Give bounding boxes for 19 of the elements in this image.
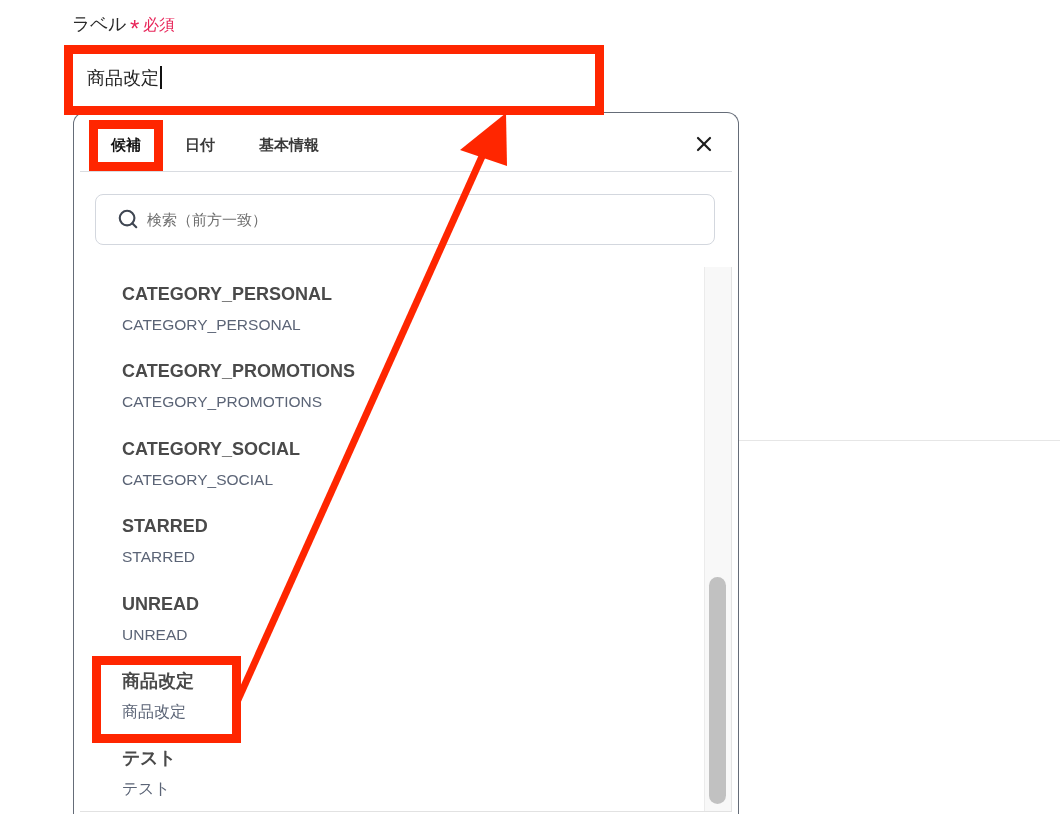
dropdown-option[interactable]: UNREAD UNREAD	[80, 579, 704, 657]
search-icon	[117, 208, 139, 230]
tab[interactable]: 日付	[163, 120, 237, 171]
dropdown-option[interactable]: CATEGORY_SOCIAL CATEGORY_SOCIAL	[80, 424, 704, 503]
required-text: 必須	[143, 15, 176, 35]
required-mark: *	[130, 18, 140, 39]
dropdown-option[interactable]: CATEGORY_PERSONAL CATEGORY_PERSONAL	[80, 270, 704, 348]
dropdown-option[interactable]: 商品改定 商品改定	[80, 656, 704, 735]
tab[interactable]: 候補	[89, 120, 163, 171]
scrollbar-thumb[interactable]	[709, 577, 726, 804]
tab[interactable]: 基本情報	[237, 120, 341, 171]
search-field[interactable]: 検索（前方一致）	[95, 194, 715, 245]
text-cursor	[160, 66, 162, 89]
field-label: ラベル	[72, 13, 126, 35]
dropdown-option[interactable]: テスト テスト	[80, 734, 704, 811]
dropdown-option[interactable]: CATEGORY_PROMOTIONS CATEGORY_PROMOTIONS	[80, 347, 704, 425]
scrollbar-track[interactable]	[704, 267, 732, 811]
dropdown-option[interactable]: STARRED STARRED	[80, 502, 704, 580]
input-field[interactable]: 商品改定	[73, 54, 595, 106]
